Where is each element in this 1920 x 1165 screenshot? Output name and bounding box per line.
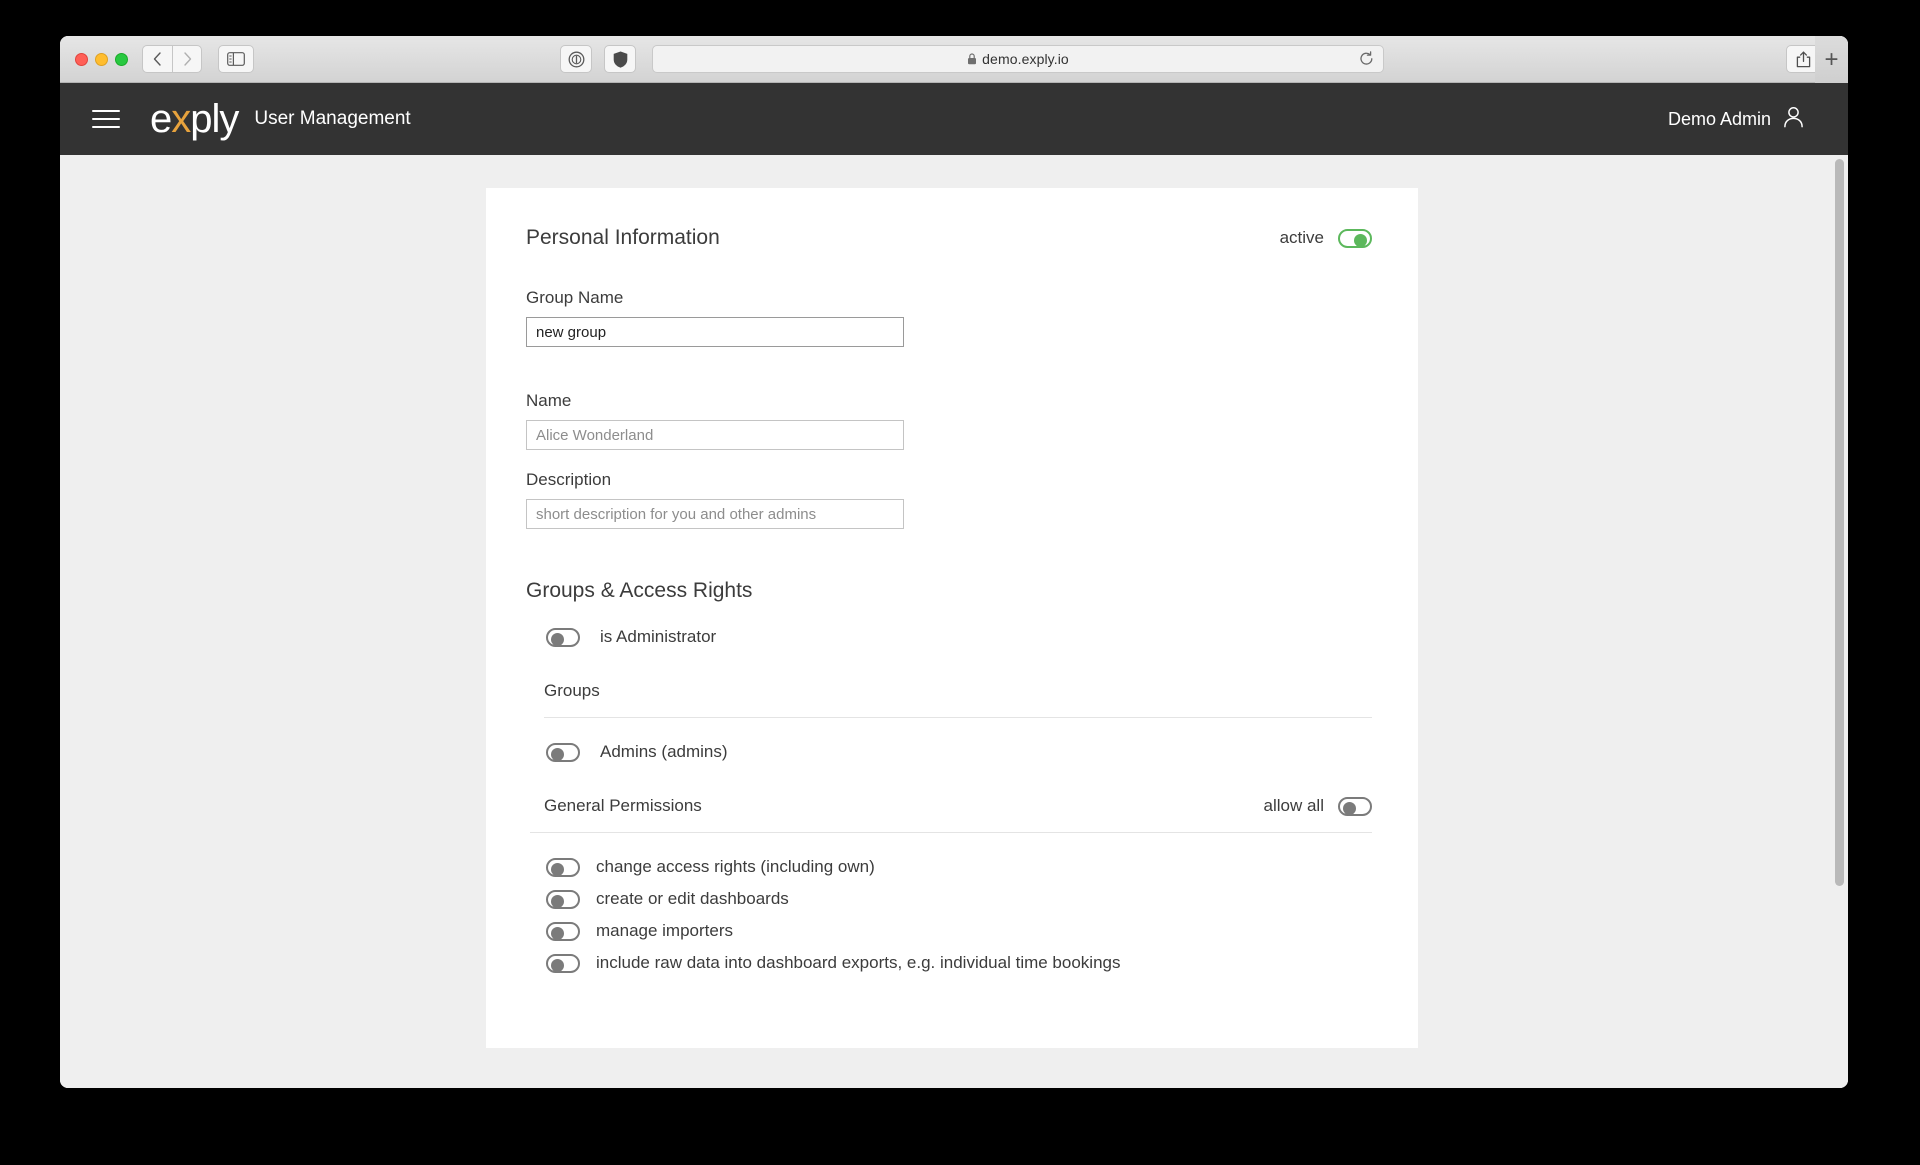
logo-text-1: e [150,97,172,141]
reader-view-icon [568,51,584,67]
sidebar-toggle-button[interactable] [218,45,254,73]
allow-all-label: allow all [1263,796,1324,815]
toggle-knob [1354,233,1367,247]
page-scrollbar[interactable] [1835,159,1844,1084]
permission-label: change access rights (including own) [596,857,875,876]
permission-item[interactable]: manage importers [546,921,1372,941]
is-administrator-row[interactable]: is Administrator [546,627,1372,647]
active-toggle[interactable] [1338,228,1372,248]
reload-button[interactable] [1359,51,1374,72]
privacy-shield-icon [613,50,627,68]
page-title: User Management [254,108,411,129]
group-item-admins-label: Admins (admins) [600,742,728,761]
general-permissions-subheader: General Permissions [544,796,702,815]
toggle-knob [551,632,564,646]
browser-titlebar: demo.exply.io [60,36,1848,83]
share-icon [1796,51,1810,67]
lock-icon [967,53,977,65]
is-administrator-label: is Administrator [600,627,717,646]
groups-access-rights-title: Groups & Access Rights [526,579,753,602]
permission-toggle-manage-importers[interactable] [546,921,580,941]
scrollbar-thumb[interactable] [1835,159,1844,886]
hamburger-menu-icon[interactable] [92,104,120,134]
url-text: demo.exply.io [982,51,1069,67]
group-name-input[interactable] [526,317,904,347]
description-label: Description [526,470,612,489]
permission-label: create or edit dashboards [596,889,789,908]
group-name-field-group: Group Name [526,288,1372,347]
is-administrator-toggle[interactable] [546,627,580,647]
general-permissions-divider [530,832,1372,833]
name-label: Name [526,391,572,410]
group-item-admins-toggle[interactable] [546,742,580,762]
permission-toggle-create-edit-dashboards[interactable] [546,889,580,909]
permission-item[interactable]: create or edit dashboards [546,889,1372,909]
name-field-group: Name [526,391,1372,450]
general-permissions-header: General Permissions allow all [530,796,1372,816]
permission-label: include raw data into dashboard exports,… [596,953,1121,972]
description-input[interactable] [526,499,904,529]
toggle-knob [551,747,564,761]
app-header: exply User Management Demo Admin [60,83,1848,155]
chevron-left-icon [153,52,161,66]
groups-divider [544,717,1372,718]
group-name-label: Group Name [526,288,624,307]
permission-item[interactable]: include raw data into dashboard exports,… [546,953,1372,973]
toggle-knob [1343,801,1356,815]
toggle-knob [551,894,564,908]
page-content-area: Personal Information active Group Name n… [60,155,1848,1088]
general-permissions-subsection: General Permissions allow all change acc… [530,796,1372,973]
group-edit-card: Personal Information active Group Name n… [486,188,1418,1048]
reload-icon [1360,51,1373,65]
new-tab-button[interactable]: + [1815,36,1848,83]
groups-subheader: Groups [544,681,600,700]
chevron-right-icon [183,52,191,66]
browser-window: demo.exply.io exply User Management Demo… [60,36,1848,1088]
allow-all-toggle[interactable] [1338,796,1372,816]
permission-list: change access rights (including own) cre… [546,857,1372,973]
permission-toggle-change-access-rights[interactable] [546,857,580,877]
groups-subsection: Groups Admins (admins) [544,681,1372,762]
user-menu[interactable]: Demo Admin [1668,106,1804,133]
group-item-admins-row[interactable]: Admins (admins) [546,742,1372,762]
user-avatar-icon [1783,106,1804,133]
user-name-label: Demo Admin [1667,108,1771,129]
close-window-button[interactable] [75,53,88,66]
address-bar[interactable]: demo.exply.io [652,45,1384,73]
exply-logo: exply [150,97,239,141]
personal-information-header: Personal Information active [526,226,1372,250]
toggle-knob [551,862,564,876]
personal-information-title: Personal Information [526,226,720,249]
toggle-knob [551,926,564,940]
toggle-knob [551,958,564,972]
privacy-report-button[interactable] [604,45,636,73]
logo-x-mark: x [171,97,191,141]
reader-view-button[interactable] [560,45,592,73]
logo-text-2: ply [190,97,239,141]
active-label: active [1279,228,1324,247]
sidebar-icon [227,52,245,66]
permission-label: manage importers [596,921,734,940]
maximize-window-button[interactable] [115,53,128,66]
permission-item[interactable]: change access rights (including own) [546,857,1372,877]
name-input[interactable] [526,420,904,450]
back-button[interactable] [142,45,172,73]
minimize-window-button[interactable] [95,53,108,66]
forward-button[interactable] [172,45,202,73]
description-field-group: Description [526,470,1372,529]
groups-access-rights-section: Groups & Access Rights is Administrator … [526,579,1372,973]
permission-toggle-include-raw-data[interactable] [546,953,580,973]
